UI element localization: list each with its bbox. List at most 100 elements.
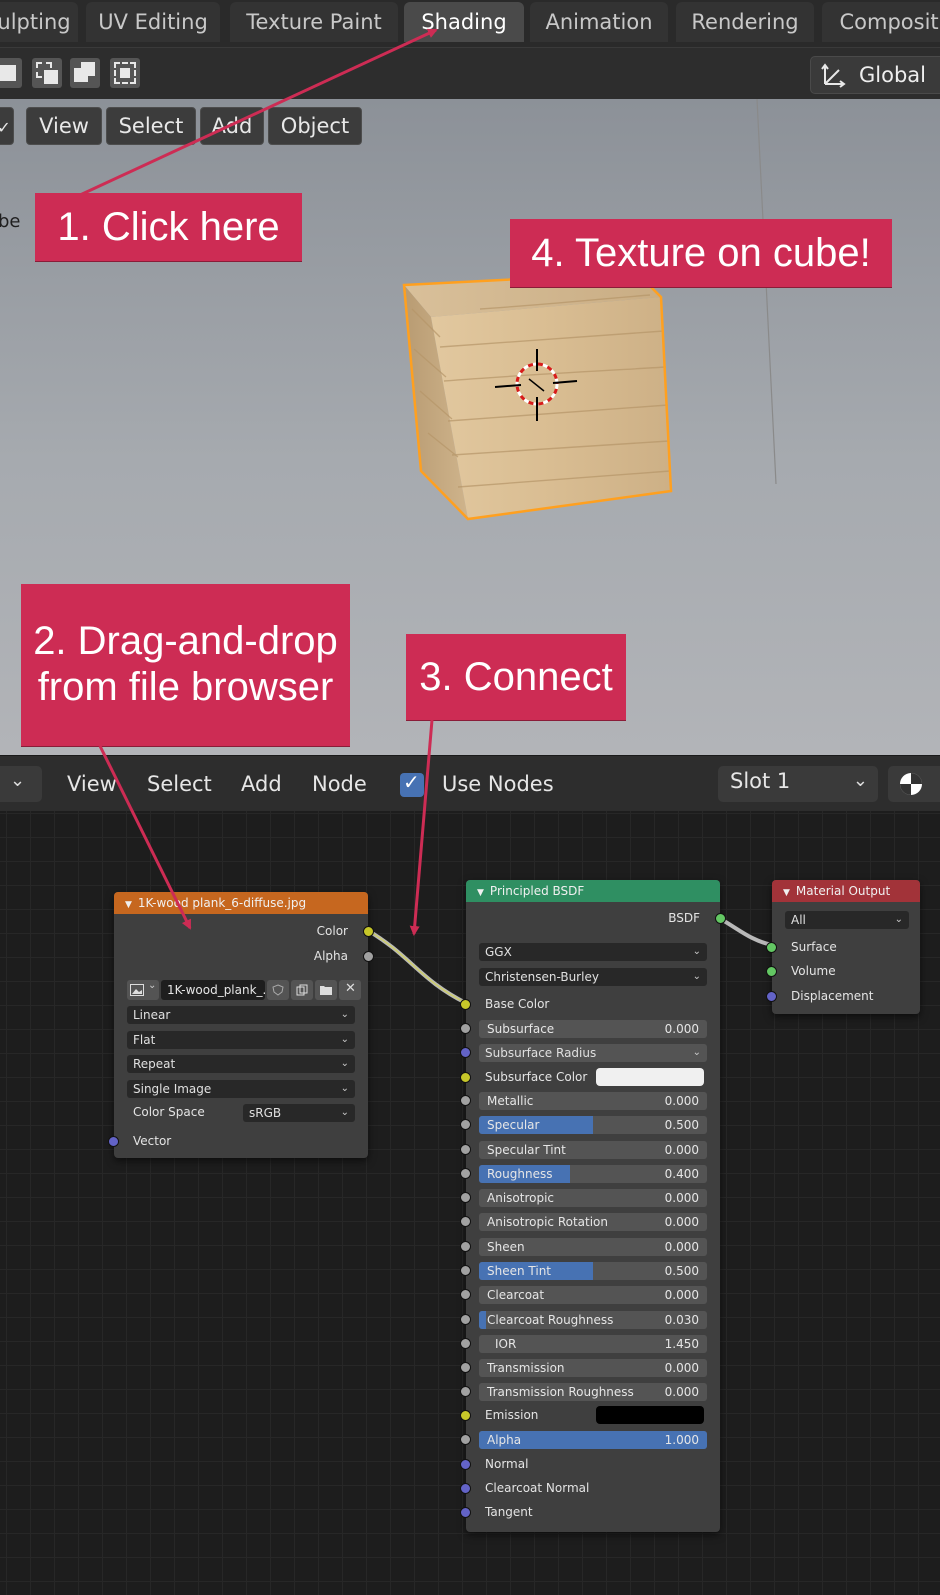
transmission-slider[interactable]: Transmission 0.000 bbox=[479, 1359, 707, 1377]
ior-field[interactable]: IOR 1.450 bbox=[479, 1335, 707, 1353]
editor-type-dropdown[interactable]: ⌄ bbox=[0, 766, 42, 802]
chevron-down-icon: ⌄ bbox=[10, 770, 26, 791]
subsurface-method-dropdown[interactable]: Christensen-Burley ⌄ bbox=[479, 968, 707, 986]
color-space-dropdown[interactable]: sRGB ⌄ bbox=[243, 1104, 355, 1122]
source-dropdown[interactable]: Single Image ⌄ bbox=[127, 1080, 355, 1098]
distribution-dropdown[interactable]: GGX ⌄ bbox=[479, 943, 707, 961]
input-ior-socket[interactable] bbox=[460, 1338, 471, 1349]
open-image-button[interactable] bbox=[315, 980, 337, 1000]
transmission-roughness-slider[interactable]: Transmission Roughness 0.000 bbox=[479, 1383, 707, 1401]
dropdown-value: Flat bbox=[133, 1033, 156, 1047]
input-specular-tint-socket[interactable] bbox=[460, 1144, 471, 1155]
select-extend-icon[interactable] bbox=[32, 58, 62, 88]
node-header[interactable]: ▼ 1K-wood plank_6-diffuse.jpg bbox=[114, 892, 368, 914]
subsurface-slider[interactable]: Subsurface 0.000 bbox=[479, 1020, 707, 1038]
input-tangent-socket[interactable] bbox=[460, 1507, 471, 1518]
cube-object[interactable] bbox=[402, 271, 673, 521]
input-volume-socket[interactable] bbox=[766, 966, 777, 977]
roughness-slider[interactable]: Roughness 0.400 bbox=[479, 1165, 707, 1183]
output-alpha-socket[interactable] bbox=[363, 951, 374, 962]
image-texture-node[interactable]: ▼ 1K-wood plank_6-diffuse.jpg Color Alpha… bbox=[108, 892, 374, 1158]
render-target-dropdown[interactable]: All ⌄ bbox=[785, 911, 909, 929]
input-sheen-tint-socket[interactable] bbox=[460, 1265, 471, 1276]
close-icon: ✕ bbox=[345, 981, 356, 996]
tab-texture-paint[interactable]: Texture Paint bbox=[230, 2, 398, 42]
tab-compositing[interactable]: Compositi bbox=[822, 2, 940, 42]
node-header[interactable]: ▼ Material Output bbox=[772, 880, 920, 902]
select-intersect-icon[interactable] bbox=[110, 58, 140, 88]
slider-fill bbox=[479, 1311, 486, 1329]
input-clearcoat-socket[interactable] bbox=[460, 1289, 471, 1300]
use-nodes-checkbox[interactable]: ✓ bbox=[400, 770, 424, 797]
emission-color-swatch[interactable] bbox=[596, 1406, 704, 1424]
fake-user-button[interactable] bbox=[267, 980, 289, 1000]
clearcoat-roughness-slider[interactable]: Clearcoat Roughness 0.030 bbox=[479, 1311, 707, 1329]
input-sheen-socket[interactable] bbox=[460, 1241, 471, 1252]
input-emission-socket[interactable] bbox=[460, 1410, 471, 1421]
input-anisotropic-rotation-socket[interactable] bbox=[460, 1216, 471, 1227]
viewport-shading-dropdown[interactable] bbox=[888, 766, 940, 802]
image-browse-button[interactable]: ⌄ bbox=[127, 980, 159, 1000]
projection-dropdown[interactable]: Flat ⌄ bbox=[127, 1031, 355, 1049]
input-metallic-socket[interactable] bbox=[460, 1095, 471, 1106]
clearcoat-slider[interactable]: Clearcoat 0.000 bbox=[479, 1286, 707, 1304]
node-header[interactable]: ▼ Principled BSDF bbox=[466, 880, 720, 902]
sheen-tint-slider[interactable]: Sheen Tint 0.500 bbox=[479, 1262, 707, 1280]
tab-rendering[interactable]: Rendering bbox=[676, 2, 814, 42]
anisotropic-slider[interactable]: Anisotropic 0.000 bbox=[479, 1189, 707, 1207]
tab-animation[interactable]: Animation bbox=[530, 2, 668, 42]
node-menu-add[interactable]: Add bbox=[241, 770, 282, 798]
metallic-slider[interactable]: Metallic 0.000 bbox=[479, 1092, 707, 1110]
input-displacement-socket[interactable] bbox=[766, 991, 777, 1002]
collapse-arrow-icon[interactable]: ▼ bbox=[125, 900, 132, 910]
node-menu-select[interactable]: Select bbox=[147, 770, 212, 798]
input-vector-socket[interactable] bbox=[108, 1136, 119, 1147]
interpolation-dropdown[interactable]: Linear ⌄ bbox=[127, 1006, 355, 1024]
input-specular-socket[interactable] bbox=[460, 1119, 471, 1130]
input-anisotropic-socket[interactable] bbox=[460, 1192, 471, 1203]
output-color-socket[interactable] bbox=[363, 926, 374, 937]
slot-dropdown[interactable]: Slot 1 ⌄ bbox=[718, 766, 878, 802]
material-output-node[interactable]: ▼ Material Output All ⌄ Surface Volume Dis… bbox=[766, 880, 920, 1014]
transform-orientation-dropdown[interactable]: Global bbox=[810, 56, 940, 94]
input-surface-socket[interactable] bbox=[766, 942, 777, 953]
select-set-icon[interactable] bbox=[0, 58, 22, 88]
alpha-slider[interactable]: Alpha 1.000 bbox=[479, 1431, 707, 1449]
input-subsurface-color-socket[interactable] bbox=[460, 1072, 471, 1083]
subsurface-color-swatch[interactable] bbox=[596, 1068, 704, 1086]
duplicate-button[interactable] bbox=[291, 980, 313, 1000]
tab-uv-editing[interactable]: UV Editing bbox=[86, 2, 220, 42]
sheen-slider[interactable]: Sheen 0.000 bbox=[479, 1238, 707, 1256]
collapse-arrow-icon[interactable]: ▼ bbox=[783, 888, 790, 898]
input-base-color-socket[interactable] bbox=[460, 999, 471, 1010]
select-subtract-icon[interactable] bbox=[70, 58, 100, 88]
unlink-button[interactable]: ✕ bbox=[339, 980, 361, 1000]
extension-dropdown[interactable]: Repeat ⌄ bbox=[127, 1055, 355, 1073]
dropdown-value: Linear bbox=[133, 1008, 171, 1022]
input-transmission-roughness-socket[interactable] bbox=[460, 1386, 471, 1397]
output-bsdf-socket[interactable] bbox=[715, 913, 726, 924]
input-alpha-socket[interactable] bbox=[460, 1434, 471, 1445]
anisotropic-rotation-slider[interactable]: Anisotropic Rotation 0.000 bbox=[479, 1213, 707, 1231]
chevron-down-icon: ⌄ bbox=[340, 1009, 349, 1020]
input-subsurface-radius-socket[interactable] bbox=[460, 1047, 471, 1058]
slider-label: Anisotropic Rotation bbox=[487, 1215, 609, 1229]
slider-label: Sheen bbox=[487, 1240, 525, 1254]
node-menu-node[interactable]: Node bbox=[312, 770, 367, 798]
specular-slider[interactable]: Specular 0.500 bbox=[479, 1116, 707, 1134]
subsurface-radius-dropdown[interactable]: Subsurface Radius ⌄ bbox=[479, 1044, 707, 1062]
input-normal-socket[interactable] bbox=[460, 1459, 471, 1470]
input-subsurface-socket[interactable] bbox=[460, 1023, 471, 1034]
tab-sculpting[interactable]: ulpting bbox=[0, 2, 78, 42]
input-transmission-socket[interactable] bbox=[460, 1362, 471, 1373]
collapse-arrow-icon[interactable]: ▼ bbox=[477, 888, 484, 898]
input-vector-label: Vector bbox=[133, 1134, 172, 1148]
input-clearcoat-roughness-socket[interactable] bbox=[460, 1314, 471, 1325]
input-roughness-socket[interactable] bbox=[460, 1168, 471, 1179]
tab-shading[interactable]: Shading bbox=[404, 2, 524, 42]
specular-tint-slider[interactable]: Specular Tint 0.000 bbox=[479, 1141, 707, 1159]
input-clearcoat-normal-socket[interactable] bbox=[460, 1483, 471, 1494]
node-menu-view[interactable]: View bbox=[67, 770, 117, 798]
principled-bsdf-node[interactable]: ▼ Principled BSDF BSDF GGX ⌄ Christensen-B… bbox=[460, 880, 726, 1532]
image-name-field[interactable]: 1K-wood_plank_... bbox=[161, 980, 265, 1000]
